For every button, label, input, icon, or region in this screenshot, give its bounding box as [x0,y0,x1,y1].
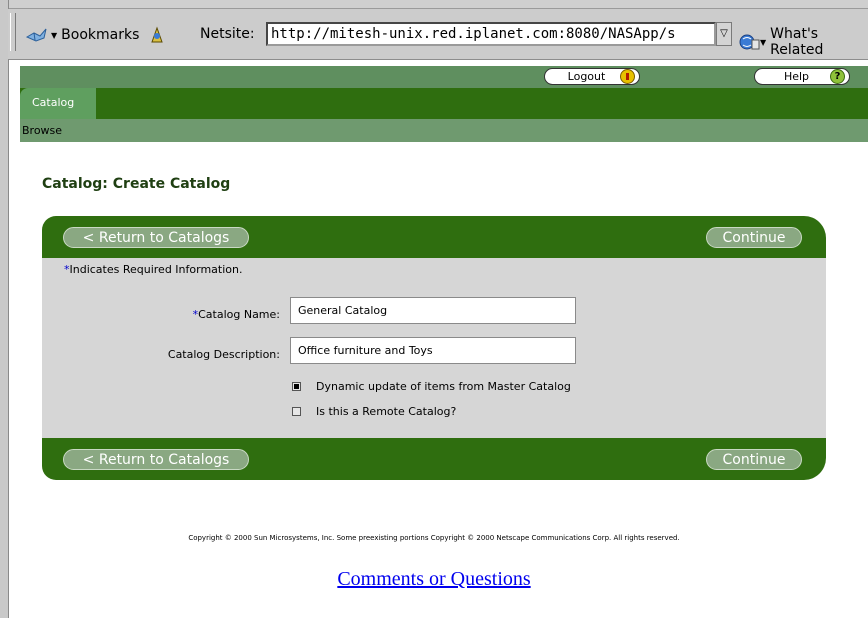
dynamic-update-checkbox[interactable] [292,382,301,391]
window-top-edge [0,0,868,9]
bookmarks-icon [26,27,48,43]
whats-related-label: What's Related [770,26,824,58]
tab-catalog[interactable]: Catalog [20,88,96,119]
whats-related-icon [738,33,760,51]
form-header-band: < Return to Catalogs Continue [42,216,826,258]
netsite-icon [149,26,165,44]
sub-nav-browse[interactable]: Browse [22,124,62,137]
required-note-text: Indicates Required Information. [69,263,243,276]
bookmarks-label: Bookmarks [61,27,140,43]
continue-button[interactable]: Continue [706,227,802,248]
help-label: Help [783,70,810,83]
catalog-name-input[interactable]: General Catalog [290,297,576,324]
dynamic-update-label: Dynamic update of items from Master Cata… [316,380,571,393]
logout-label: Logout [567,70,606,83]
continue-button[interactable]: Continue [706,449,802,470]
create-catalog-form: < Return to Catalogs Continue *Indicates… [42,216,826,482]
logout-button[interactable]: Logout [544,68,640,85]
catalog-name-label-text: Catalog Name: [198,308,280,321]
copyright-notice: Copyright © 2000 Sun Microsystems, Inc. … [188,534,680,542]
window-left-edge [0,0,9,618]
location-field[interactable]: http://mitesh-unix.red.iplanet.com:8080/… [266,22,716,46]
personal-toolbar: ▼ Bookmarks Netsite: http://mitesh-unix.… [8,9,868,60]
form-footer-band: < Return to Catalogs Continue [42,438,826,480]
dynamic-update-row: Dynamic update of items from Master Cata… [292,380,571,393]
utility-bar: Logout Help ? [20,66,868,88]
help-icon: ? [830,69,845,84]
bookmarks-button[interactable]: ▼ Bookmarks [26,26,165,44]
location-dropdown[interactable]: ▽ [716,22,732,46]
catalog-description-input[interactable]: Office furniture and Toys [290,337,576,364]
toolbar-grip[interactable] [10,13,16,51]
page-title: Catalog: Create Catalog [42,176,231,192]
help-button[interactable]: Help ? [754,68,850,85]
netsite-label: Netsite: [200,26,255,42]
return-to-catalogs-button[interactable]: < Return to Catalogs [63,449,249,470]
form-body: *Indicates Required Information. *Catalo… [42,258,826,438]
remote-catalog-label: Is this a Remote Catalog? [316,405,457,418]
comments-link[interactable]: Comments or Questions [0,568,868,591]
catalog-description-label: Catalog Description: [167,348,280,361]
chevron-down-icon: ▼ [760,37,767,47]
catalog-name-label: *Catalog Name: [142,308,280,321]
remote-catalog-checkbox[interactable] [292,407,301,416]
main-tab-bar: Catalog [20,88,868,119]
required-note: *Indicates Required Information. [64,263,242,276]
chevron-down-icon: ▽ [720,28,728,39]
whats-related-button[interactable]: ▼ What's Related [738,26,868,58]
logout-icon [620,69,635,84]
remote-catalog-row: Is this a Remote Catalog? [292,405,456,418]
sub-nav-bar: Browse [20,119,868,142]
return-to-catalogs-button[interactable]: < Return to Catalogs [63,227,249,248]
chevron-down-icon: ▼ [51,30,58,40]
